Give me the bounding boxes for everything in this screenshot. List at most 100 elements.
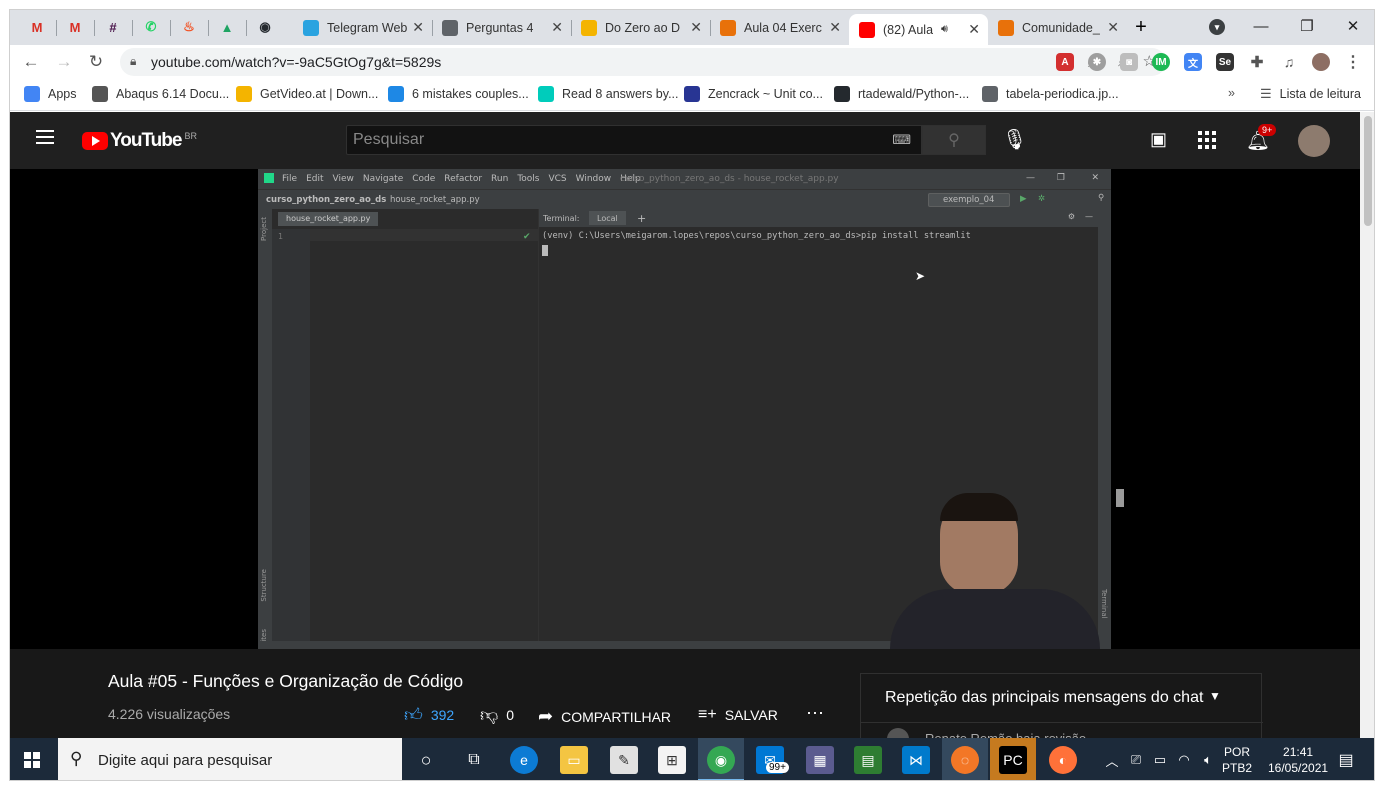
check-icon: ✔ xyxy=(523,232,531,242)
notepad-icon[interactable]: ✎ xyxy=(610,746,638,774)
like-button[interactable]: 👍︎ 392 xyxy=(404,704,454,726)
store-icon[interactable]: ⊞ xyxy=(658,746,686,774)
reload-button[interactable]: ↻ xyxy=(84,50,108,74)
page-scrollbar[interactable] xyxy=(1360,112,1374,738)
browser-tab[interactable]: Aula 04 Exerc ✕ xyxy=(710,14,849,41)
reading-list-button[interactable]: ☰ Lista de leitura xyxy=(1260,86,1361,102)
taskbar-search-input[interactable] xyxy=(58,751,402,769)
clock[interactable]: 21:41 16/05/2021 xyxy=(1268,744,1328,776)
chrome-menu-icon[interactable]: ⋮ xyxy=(1344,53,1362,71)
github-icon xyxy=(834,86,850,102)
account-avatar[interactable] xyxy=(1298,125,1330,157)
bookmark-item[interactable]: Abaqus 6.14 Docu... xyxy=(92,86,229,102)
menu-hamburger-icon[interactable] xyxy=(36,130,54,144)
globe-icon xyxy=(442,19,458,36)
edge-icon[interactable]: e xyxy=(510,746,538,774)
volume-icon[interactable]: 🔈︎ xyxy=(1194,746,1222,774)
screen: M M # ✆ ♨ ▲ ◉ Telegram Web ✕ Perguntas 4 ✕ Do Zero… xyxy=(9,9,1375,781)
youtube-search-input[interactable] xyxy=(347,126,921,154)
save-button[interactable]: ≡+ SALVAR xyxy=(698,706,778,724)
file-explorer-icon[interactable]: ▭ xyxy=(560,746,588,774)
windows-start-icon[interactable] xyxy=(24,752,40,768)
bookmark-item[interactable]: Zencrack ~ Unit co... xyxy=(684,86,823,102)
new-tab-button[interactable]: + xyxy=(1126,16,1156,38)
firefox-icon[interactable]: ◐ xyxy=(1049,746,1077,774)
chrome-icon[interactable]: ◉ xyxy=(707,746,735,774)
microphone-icon[interactable]: 🎙︎ xyxy=(1002,127,1027,152)
close-tab-icon[interactable]: ✕ xyxy=(968,21,980,38)
scroll-thumb[interactable] xyxy=(1364,116,1372,226)
close-tab-icon[interactable]: ✕ xyxy=(690,19,702,36)
im-extension-icon[interactable]: IM xyxy=(1152,53,1170,71)
whatsapp-icon: ✆ xyxy=(145,19,157,34)
calculator-icon[interactable]: ▦ xyxy=(806,746,834,774)
cortana-icon[interactable]: ○ xyxy=(412,746,440,774)
spreadsheet-icon[interactable]: ▤ xyxy=(854,746,882,774)
vscode-icon[interactable]: ⋈ xyxy=(902,746,930,774)
media-control-icon[interactable]: ♫ xyxy=(1280,53,1298,71)
address-bar[interactable]: 🔒︎ youtube.com/watch?v=-9aC5GtOg7g&t=582… xyxy=(120,48,1166,76)
translate-extension-icon[interactable]: 文 xyxy=(1184,53,1202,71)
notifications-center-icon[interactable]: ▤ xyxy=(1332,746,1360,774)
tab-search-icon[interactable]: ▾ xyxy=(1202,16,1232,38)
pinned-tab-whatsapp-icon[interactable]: ✆ xyxy=(136,16,166,38)
chevron-down-icon[interactable]: ▼ xyxy=(1209,689,1221,703)
pinned-tab-slack-icon[interactable]: # xyxy=(98,16,128,38)
extension-icon[interactable]: ✱ xyxy=(1088,53,1106,71)
acrobat-extension-icon[interactable]: A xyxy=(1056,53,1074,71)
bookmark-item[interactable]: GetVideo.at | Down... xyxy=(236,86,378,102)
forward-button[interactable]: → xyxy=(52,50,76,74)
pinned-tab-gmail-icon[interactable]: M xyxy=(22,16,52,38)
browser-tab[interactable]: (82) Aula 🔊︎ ✕ xyxy=(849,14,988,45)
browser-tab[interactable]: Comunidade_ ✕ xyxy=(988,14,1127,41)
pinned-tab-fire-icon[interactable]: ♨ xyxy=(174,16,204,38)
pycharm-icon[interactable]: PC xyxy=(999,746,1027,774)
url-text[interactable]: youtube.com/watch?v=-9aC5GtOg7g&t=5829s xyxy=(151,54,441,70)
pinned-tab-drive-icon[interactable]: ▲ xyxy=(212,16,242,38)
browser-tab[interactable]: Do Zero ao D ✕ xyxy=(571,14,710,41)
task-view-icon[interactable]: ⧉ xyxy=(460,746,488,774)
close-tab-icon[interactable]: ✕ xyxy=(829,19,841,36)
share-button[interactable]: ➦ COMPARTILHAR xyxy=(538,706,671,727)
close-window-button[interactable]: ✕ xyxy=(1330,10,1374,42)
keyboard-icon[interactable]: ⌨ xyxy=(892,132,911,148)
bookmark-item[interactable]: Apps xyxy=(24,86,77,102)
youtube-search-button[interactable]: ⚲ xyxy=(922,125,986,155)
video-edge-artifact xyxy=(1116,489,1124,507)
browser-tab[interactable]: Telegram Web ✕ xyxy=(293,14,432,41)
chat-mode-selector[interactable]: Repetição das principais mensagens do ch… xyxy=(885,689,1203,707)
extensions-puzzle-icon[interactable]: ✚ xyxy=(1248,53,1266,71)
pinned-tab-github-icon[interactable]: ◉ xyxy=(250,16,280,38)
apps-grid-icon[interactable] xyxy=(1198,131,1216,149)
more-actions-icon[interactable]: ⋯ xyxy=(806,703,824,724)
browser-tab[interactable]: Perguntas 4 ✕ xyxy=(432,14,571,41)
selenium-extension-icon[interactable]: Se xyxy=(1216,53,1234,71)
dislike-button[interactable]: 👎︎ 0 xyxy=(480,704,514,726)
minimize-button[interactable]: — xyxy=(1238,10,1284,42)
gmail-icon: M xyxy=(69,19,81,35)
video-player[interactable]: File Edit View Navigate Code Refactor Run Tools… xyxy=(10,169,1360,649)
pinned-tab-gmail-icon[interactable]: M xyxy=(60,16,90,38)
bookmark-item[interactable]: rtadewald/Python-... xyxy=(834,86,969,102)
close-tab-icon[interactable]: ✕ xyxy=(551,19,563,36)
region-code: BR xyxy=(184,131,197,141)
create-video-icon[interactable]: ▣ xyxy=(1150,129,1167,150)
restore-button[interactable]: ❐ xyxy=(1284,10,1330,42)
jupyter-icon[interactable]: ◌ xyxy=(951,746,979,774)
bookmark-item[interactable]: Read 8 answers by... xyxy=(538,86,679,102)
speaker-icon[interactable]: 🔊︎ xyxy=(941,23,948,36)
close-tab-icon[interactable]: ✕ xyxy=(412,19,424,36)
researchgate-icon xyxy=(538,86,554,102)
profile-avatar[interactable] xyxy=(1312,53,1330,71)
input-language-indicator[interactable]: POR PTB2 xyxy=(1222,744,1252,776)
camera-extension-icon[interactable]: ◙ xyxy=(1120,53,1138,71)
close-tab-icon[interactable]: ✕ xyxy=(1107,19,1119,36)
play-logo-icon xyxy=(82,132,108,150)
bookmark-item[interactable]: 6 mistakes couples... xyxy=(388,86,529,102)
zencrack-icon xyxy=(684,86,700,102)
more-bookmarks-icon[interactable]: » xyxy=(1228,86,1235,100)
youtube-logo[interactable]: YouTube BR xyxy=(82,130,197,152)
back-button[interactable]: ← xyxy=(19,50,43,74)
pycharm-icon xyxy=(264,173,274,183)
bookmark-item[interactable]: tabela-periodica.jp... xyxy=(982,86,1119,102)
